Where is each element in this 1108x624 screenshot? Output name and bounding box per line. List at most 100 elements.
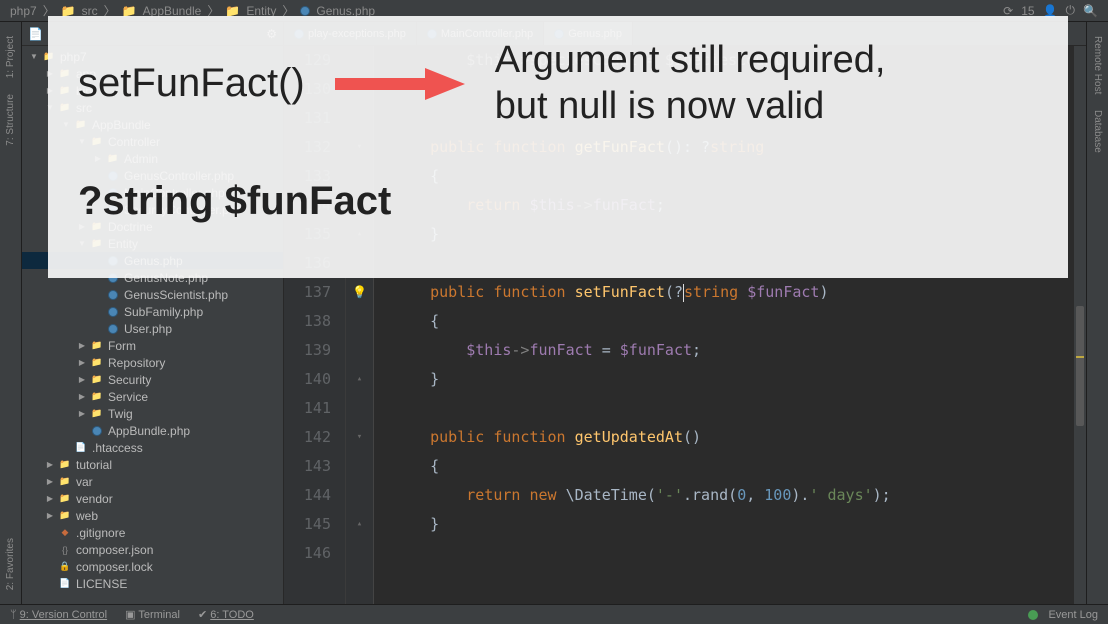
chevron-icon[interactable]: ▶ bbox=[78, 392, 86, 401]
php-file-icon bbox=[106, 288, 120, 302]
slide-explanation: Argument still required, but null is now… bbox=[495, 38, 886, 129]
tree-file[interactable]: 📄 LICENSE bbox=[22, 575, 283, 592]
lightbulb-icon[interactable]: 💡 bbox=[352, 278, 367, 307]
line-number[interactable]: 140 bbox=[284, 365, 331, 394]
scrollbar-thumb[interactable] bbox=[1076, 306, 1084, 426]
php-file-icon bbox=[300, 6, 310, 16]
code-line[interactable]: $this->funFact = $funFact; bbox=[394, 336, 1086, 365]
php-file-icon bbox=[90, 424, 104, 438]
line-number[interactable]: 146 bbox=[284, 539, 331, 568]
slide-code: ?string $funFact bbox=[78, 179, 1038, 224]
code-line[interactable]: public function setFunFact(?string $funF… bbox=[394, 278, 1086, 307]
line-number[interactable]: 144 bbox=[284, 481, 331, 510]
chevron-icon[interactable]: ▶ bbox=[46, 511, 54, 520]
chevron-icon[interactable]: ▶ bbox=[78, 358, 86, 367]
chevron-icon[interactable]: ▶ bbox=[78, 375, 86, 384]
folder-icon: 📁 bbox=[58, 458, 72, 472]
tree-label: AppBundle.php bbox=[108, 424, 190, 438]
code-line[interactable]: public function getUpdatedAt() bbox=[394, 423, 1086, 452]
tree-folder[interactable]: ▶📁Form bbox=[22, 337, 283, 354]
code-line[interactable]: } bbox=[394, 510, 1086, 539]
tree-folder[interactable]: ▶ 📁 Security bbox=[22, 371, 283, 388]
line-number[interactable]: 137 bbox=[284, 278, 331, 307]
line-number[interactable]: 145 bbox=[284, 510, 331, 539]
bottom-terminal[interactable]: ▣ Terminal bbox=[125, 608, 180, 621]
tool-database[interactable]: Database bbox=[1092, 102, 1103, 161]
chevron-icon[interactable]: ▶ bbox=[46, 477, 54, 486]
slide-title: setFunFact() bbox=[78, 61, 305, 106]
tree-folder[interactable]: ▶ 📁 var bbox=[22, 473, 283, 490]
status-dot-icon bbox=[1028, 610, 1038, 620]
tree-label: Security bbox=[108, 373, 151, 387]
tree-folder[interactable]: ▶ 📁 Twig bbox=[22, 405, 283, 422]
folder-icon: 📁 bbox=[90, 356, 104, 370]
tree-file[interactable]: AppBundle.php bbox=[22, 422, 283, 439]
code-line[interactable]: { bbox=[394, 452, 1086, 481]
tree-file[interactable]: SubFamily.php bbox=[22, 303, 283, 320]
file-icon: 📄 bbox=[58, 577, 72, 591]
bottom-event-log[interactable]: Event Log bbox=[1048, 609, 1098, 621]
chevron-icon[interactable]: ▼ bbox=[30, 52, 38, 61]
tool-structure[interactable]: 7: Structure bbox=[5, 86, 16, 154]
tree-folder[interactable]: ▶📁vendor bbox=[22, 490, 283, 507]
tree-folder[interactable]: ▶📁web bbox=[22, 507, 283, 524]
scrollbar-vertical[interactable] bbox=[1074, 46, 1086, 604]
line-number[interactable]: 141 bbox=[284, 394, 331, 423]
breadcrumb-root[interactable]: php7 bbox=[10, 4, 37, 18]
code-line[interactable]: { bbox=[394, 307, 1086, 336]
arrow-icon bbox=[335, 66, 465, 102]
folder-icon: 📁 bbox=[58, 475, 72, 489]
project-view-icon[interactable]: 📄 bbox=[28, 27, 43, 41]
tree-file[interactable]: 📄.htaccess bbox=[22, 439, 283, 456]
right-tool-strip: Remote Host Database bbox=[1086, 22, 1108, 604]
chevron-icon[interactable]: ▶ bbox=[46, 494, 54, 503]
tree-label: LICENSE bbox=[76, 577, 127, 591]
folder-icon: 📁 bbox=[90, 390, 104, 404]
tree-label: .gitignore bbox=[76, 526, 125, 540]
tree-label: tutorial bbox=[76, 458, 112, 472]
line-number[interactable]: 143 bbox=[284, 452, 331, 481]
folder-icon: 📁 bbox=[58, 492, 72, 506]
bottom-todo[interactable]: ✔ 6: TODO bbox=[198, 608, 254, 621]
tool-remote-host[interactable]: Remote Host bbox=[1092, 28, 1103, 102]
line-number[interactable]: 138 bbox=[284, 307, 331, 336]
json-icon: {} bbox=[58, 543, 72, 557]
chevron-icon[interactable]: ▶ bbox=[78, 409, 86, 418]
tree-folder[interactable]: ▶ 📁 Repository bbox=[22, 354, 283, 371]
tree-file[interactable]: 🔒composer.lock bbox=[22, 558, 283, 575]
fold-icon[interactable]: ▾ bbox=[357, 423, 362, 452]
bottom-vcs[interactable]: ᛘ 9: Version Control bbox=[10, 609, 107, 621]
tree-file[interactable]: GenusScientist.php bbox=[22, 286, 283, 303]
tree-file[interactable]: User.php bbox=[22, 320, 283, 337]
tree-label: .htaccess bbox=[92, 441, 143, 455]
tree-folder[interactable]: ▶📁Service bbox=[22, 388, 283, 405]
line-number[interactable]: 142 bbox=[284, 423, 331, 452]
fold-icon[interactable]: ▴ bbox=[357, 510, 362, 539]
tree-label: GenusScientist.php bbox=[124, 288, 228, 302]
tree-label: web bbox=[76, 509, 98, 523]
folder-icon: 📁 bbox=[90, 373, 104, 387]
slide-overlay: setFunFact() Argument still required, bu… bbox=[48, 16, 1068, 278]
tree-label: Twig bbox=[108, 407, 133, 421]
tree-label: composer.lock bbox=[76, 560, 153, 574]
fold-icon[interactable]: ▴ bbox=[357, 365, 362, 394]
tree-file[interactable]: ◆.gitignore bbox=[22, 524, 283, 541]
tool-project[interactable]: 1: Project bbox=[5, 28, 16, 86]
code-line[interactable] bbox=[394, 539, 1086, 568]
chevron-icon[interactable]: ▶ bbox=[78, 341, 86, 350]
warning-marker[interactable] bbox=[1076, 356, 1084, 358]
tree-label: var bbox=[76, 475, 93, 489]
status-bar: ᛘ 9: Version Control ▣ Terminal ✔ 6: TOD… bbox=[0, 604, 1108, 624]
tree-file[interactable]: {}composer.json bbox=[22, 541, 283, 558]
code-line[interactable]: } bbox=[394, 365, 1086, 394]
tree-label: Repository bbox=[108, 356, 165, 370]
folder-icon: 📁 bbox=[90, 407, 104, 421]
line-number[interactable]: 139 bbox=[284, 336, 331, 365]
search-icon[interactable]: 🔍 bbox=[1083, 4, 1098, 18]
tree-folder[interactable]: ▶ 📁 tutorial bbox=[22, 456, 283, 473]
left-tool-strip: 1: Project 7: Structure 2: Favorites bbox=[0, 22, 22, 604]
tool-favorites[interactable]: 2: Favorites bbox=[5, 530, 16, 598]
chevron-icon[interactable]: ▶ bbox=[46, 460, 54, 469]
code-line[interactable] bbox=[394, 394, 1086, 423]
code-line[interactable]: return new \DateTime('-'.rand(0, 100).' … bbox=[394, 481, 1086, 510]
